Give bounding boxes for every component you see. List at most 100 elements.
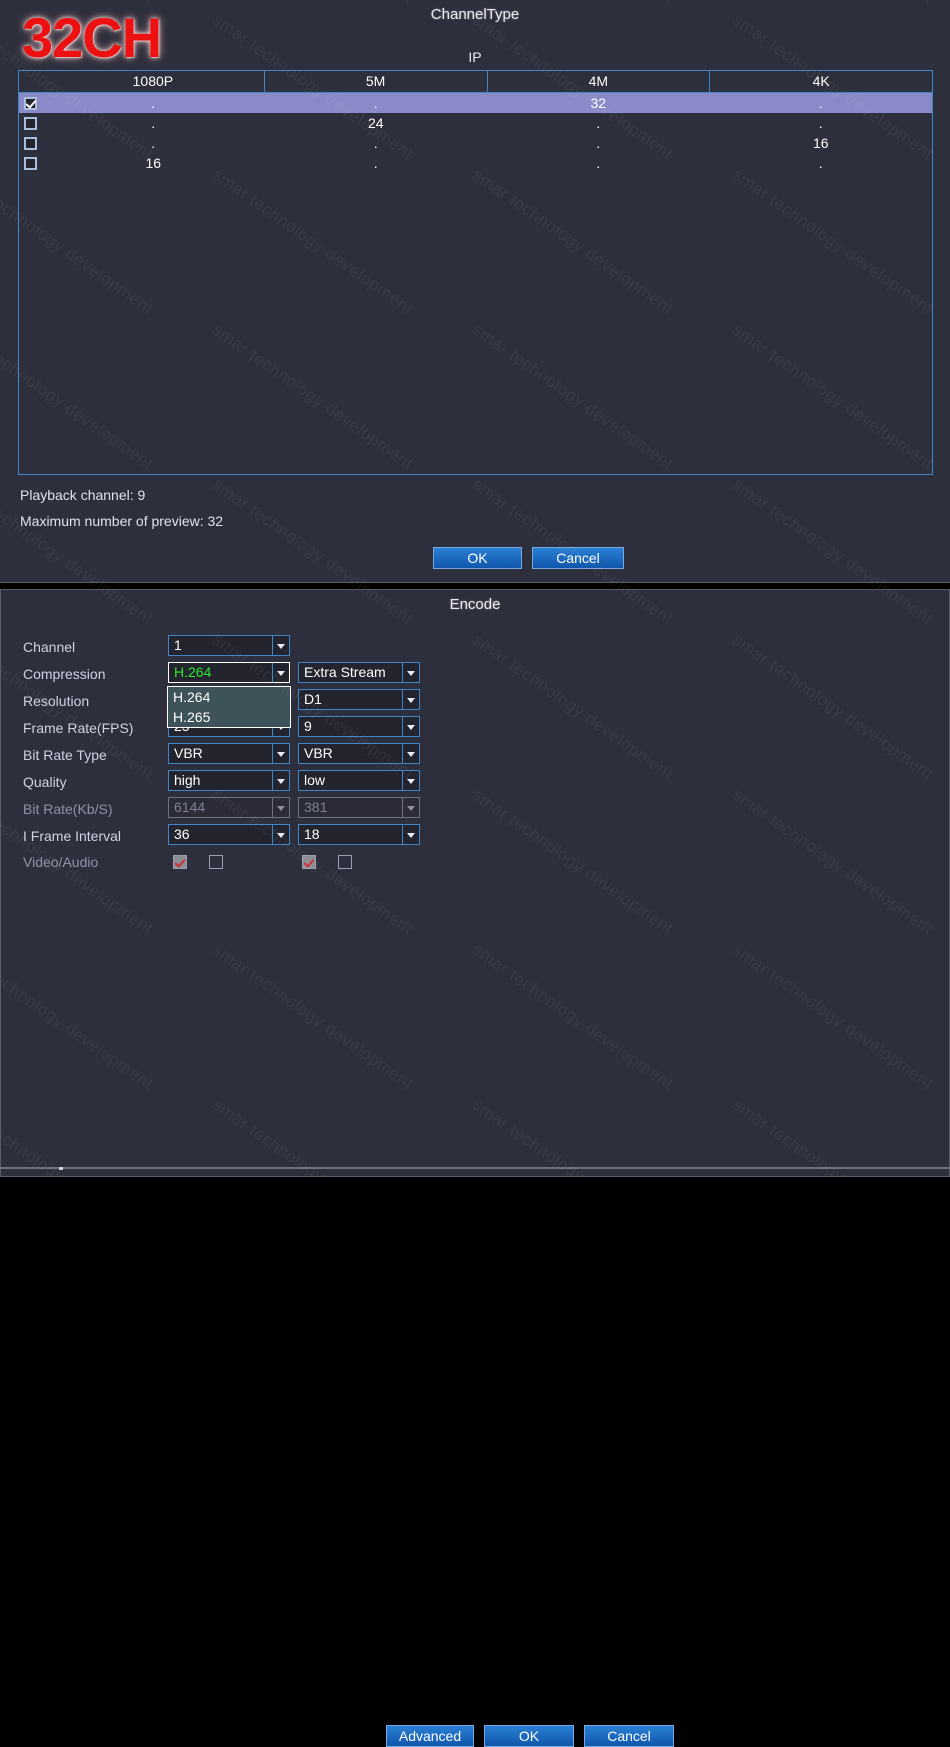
advanced-button[interactable]: Advanced [386, 1725, 474, 1747]
bit-rate-select-extra: 381 [298, 797, 420, 818]
bit-rate-select-extra-value: 381 [304, 799, 328, 815]
row-checkbox[interactable] [24, 96, 37, 110]
channel-type-window: ChannelType 32CH IP 1080P 5M 4M 4K . . 3… [0, 0, 950, 583]
row-checkbox-cell[interactable] [19, 93, 42, 113]
extra-audio-checkbox[interactable] [338, 855, 352, 869]
encode-cancel-button[interactable]: Cancel [584, 1725, 674, 1747]
compression-select[interactable]: H.264 [168, 662, 290, 683]
window-separator [0, 583, 950, 1170]
separator-handle [59, 1167, 63, 1170]
chevron-down-icon[interactable] [272, 744, 289, 763]
bit-rate-select-main-value: 6144 [174, 799, 206, 815]
bit-rate-select-main: 6144 [168, 797, 290, 818]
quality-select-main-value: high [174, 772, 201, 788]
cell-5m: . [373, 135, 378, 151]
encode-form: Channel 1 Compression H.264 Extra Stream… [1, 590, 949, 1176]
chevron-down-icon[interactable] [402, 717, 419, 736]
row-checkbox-cell[interactable] [19, 133, 42, 153]
cell-4k: . [818, 95, 823, 111]
frame-rate-select-extra[interactable]: 9 [298, 716, 420, 737]
channel-type-table: 1080P 5M 4M 4K . . 32 . . 24 . . . . . 1… [18, 70, 933, 475]
chevron-down-icon[interactable] [272, 825, 289, 844]
row-checkbox-cell[interactable] [19, 113, 42, 133]
quality-select-extra[interactable]: low [298, 770, 420, 791]
label-bit-rate-type: Bit Rate Type [23, 747, 107, 763]
cell-4k: . [818, 115, 823, 131]
chevron-down-icon[interactable] [402, 825, 419, 844]
table-row[interactable]: . . . 16 [19, 133, 932, 153]
label-compression: Compression [23, 666, 106, 682]
cell-4m: . [596, 115, 601, 131]
quality-select-main[interactable]: high [168, 770, 290, 791]
quality-select-extra-value: low [304, 772, 326, 788]
cell-4k: . [818, 155, 823, 171]
header-checkbox-column [19, 71, 42, 92]
bit-rate-type-select-main[interactable]: VBR [168, 743, 290, 764]
label-channel: Channel [23, 639, 76, 655]
chevron-down-icon[interactable] [272, 663, 289, 682]
column-header-5m: 5M [265, 71, 488, 92]
stream-type-select-value: Extra Stream [304, 664, 386, 680]
chevron-down-icon[interactable] [402, 663, 419, 682]
encode-ok-button[interactable]: OK [484, 1725, 574, 1747]
row-checkbox[interactable] [24, 116, 37, 130]
table-row[interactable]: 16 . . . [19, 153, 932, 173]
chevron-down-icon [272, 798, 289, 817]
i-frame-interval-select-main-value: 36 [174, 826, 190, 842]
main-video-checkbox[interactable] [173, 855, 187, 869]
i-frame-interval-select-extra-value: 18 [304, 826, 320, 842]
resolution-select-extra[interactable]: D1 [298, 689, 420, 710]
bit-rate-type-select-extra[interactable]: VBR [298, 743, 420, 764]
label-frame-rate: Frame Rate(FPS) [23, 720, 134, 736]
extra-video-checkbox[interactable] [302, 855, 316, 869]
cell-5m: . [373, 95, 378, 111]
channel-type-cancel-button[interactable]: Cancel [532, 547, 624, 569]
chevron-down-icon[interactable] [402, 690, 419, 709]
label-i-frame-interval: I Frame Interval [23, 828, 122, 844]
channel-select-value: 1 [174, 637, 182, 653]
channel-count-badge: 32CH [22, 6, 162, 69]
i-frame-interval-select-main[interactable]: 36 [168, 824, 290, 845]
dropdown-option-h264[interactable]: H.264 [168, 687, 290, 707]
compression-dropdown-list[interactable]: H.264 H.265 [167, 686, 291, 728]
chevron-down-icon[interactable] [402, 744, 419, 763]
field-row-bit-rate-type: Bit Rate Type VBR VBR [23, 743, 433, 767]
chevron-down-icon[interactable] [272, 771, 289, 790]
encode-window: Encode Channel 1 Compression H.264 Extra… [0, 589, 950, 1747]
chevron-down-icon [402, 798, 419, 817]
i-frame-interval-select-extra[interactable]: 18 [298, 824, 420, 845]
channel-select[interactable]: 1 [168, 635, 290, 656]
cell-1080p: . [151, 95, 156, 111]
dropdown-option-h265[interactable]: H.265 [168, 707, 290, 727]
stream-type-select[interactable]: Extra Stream [298, 662, 420, 683]
table-row[interactable]: . . 32 . [19, 93, 932, 113]
row-checkbox[interactable] [24, 156, 37, 170]
chevron-down-icon[interactable] [402, 771, 419, 790]
cell-5m: 24 [367, 115, 384, 131]
table-header-row: 1080P 5M 4M 4K [19, 71, 932, 93]
row-checkbox[interactable] [24, 136, 37, 150]
field-row-video-audio: Video/Audio [23, 850, 433, 874]
playback-channel-info: Playback channel: 9 [20, 487, 146, 503]
row-checkbox-cell[interactable] [19, 153, 42, 173]
label-quality: Quality [23, 774, 67, 790]
cell-4k: 16 [812, 135, 829, 151]
frame-rate-select-extra-value: 9 [304, 718, 312, 734]
field-row-compression: Compression H.264 Extra Stream [23, 662, 433, 686]
label-video-audio: Video/Audio [23, 854, 99, 870]
column-header-4k: 4K [812, 73, 830, 89]
table-row[interactable]: . 24 . . [19, 113, 932, 133]
compression-select-value: H.264 [174, 664, 212, 680]
label-resolution: Resolution [23, 693, 90, 709]
cell-4m: . [596, 155, 601, 171]
cell-4m: . [596, 135, 601, 151]
cell-5m: . [373, 155, 378, 171]
field-row-bit-rate: Bit Rate(Kb/S) 6144 381 [23, 797, 433, 821]
cell-4m: 32 [590, 95, 607, 111]
chevron-down-icon[interactable] [272, 636, 289, 655]
main-audio-checkbox[interactable] [209, 855, 223, 869]
cell-1080p: . [151, 135, 156, 151]
column-header-1080p: 1080P [42, 71, 265, 92]
cell-1080p: 16 [145, 155, 162, 171]
channel-type-ok-button[interactable]: OK [433, 547, 522, 569]
